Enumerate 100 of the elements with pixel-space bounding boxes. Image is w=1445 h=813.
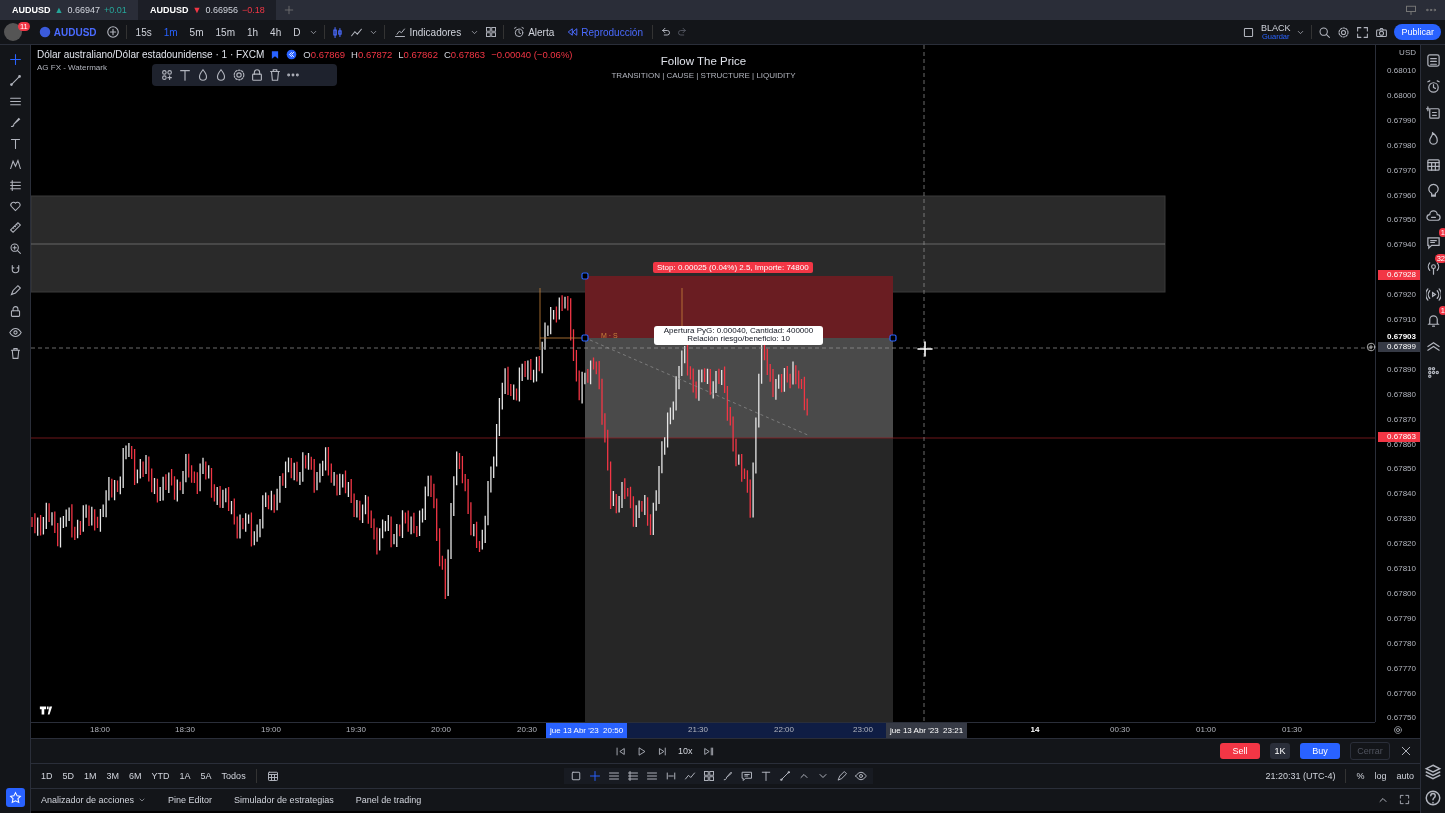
drawing-tool-icon[interactable]	[683, 770, 696, 782]
alert-button[interactable]: Alerta	[510, 22, 558, 42]
range-button[interactable]: 1A	[179, 771, 191, 781]
text-tool-icon[interactable]	[8, 137, 22, 150]
alarm-icon[interactable]	[1425, 78, 1441, 94]
search-icon[interactable]	[1318, 25, 1332, 39]
settings-icon[interactable]	[1392, 725, 1403, 735]
scale-option[interactable]: auto	[1396, 771, 1414, 781]
drawing-tool-icon[interactable]	[778, 770, 791, 782]
signal-icon[interactable]	[1425, 286, 1441, 302]
chat-icon[interactable]	[1425, 234, 1441, 250]
undo-icon[interactable]	[659, 26, 671, 38]
publish-button[interactable]: Publicar	[1394, 24, 1441, 40]
skip-forward-icon[interactable]	[702, 745, 714, 757]
drawing-tool-icon[interactable]	[759, 770, 772, 782]
drawing-tool-icon[interactable]	[835, 770, 848, 782]
drawing-tool-icon[interactable]	[740, 770, 753, 782]
jump-back-icon[interactable]	[615, 745, 626, 757]
layout-name[interactable]: BLACK	[1260, 23, 1291, 33]
drag-handle[interactable]	[581, 272, 589, 280]
interval-button[interactable]: D	[290, 22, 304, 42]
fib-tool-icon[interactable]	[8, 179, 22, 192]
bookmark-icon[interactable]	[270, 49, 281, 60]
buy-button[interactable]: Buy	[1300, 743, 1340, 759]
range-button[interactable]: YTD	[151, 771, 170, 781]
bulb-icon[interactable]	[1425, 182, 1441, 198]
trash-icon[interactable]	[268, 68, 282, 82]
interval-button[interactable]: 15m	[212, 22, 238, 42]
close-replay-icon[interactable]	[1400, 745, 1412, 757]
drawing-tool-icon[interactable]	[569, 770, 582, 782]
panel-tab[interactable]: Simulador de estrategias	[234, 795, 334, 805]
ruler-tool-icon[interactable]	[8, 221, 22, 234]
broadcast-icon[interactable]	[1425, 260, 1441, 276]
drawing-tool-icon[interactable]	[702, 770, 715, 782]
step-forward-icon[interactable]	[657, 745, 668, 757]
scale-option[interactable]: %	[1356, 771, 1365, 781]
interval-button[interactable]: 15s	[132, 22, 155, 42]
grid-icon[interactable]	[485, 26, 498, 38]
add-alert-icon[interactable]	[1366, 342, 1376, 353]
indicators-button[interactable]: Indicadores	[391, 22, 465, 42]
interval-button[interactable]: 1h	[243, 22, 262, 42]
pen-tool-icon[interactable]	[8, 284, 22, 297]
scale-option[interactable]: log	[1374, 771, 1387, 781]
brush-tool-icon[interactable]	[8, 116, 22, 129]
dots-icon[interactable]	[1425, 364, 1441, 380]
crosshair-tool-icon[interactable]	[8, 53, 22, 66]
fill-icon[interactable]	[196, 68, 210, 82]
range-button[interactable]: 1D	[41, 771, 53, 781]
settings-icon[interactable]	[232, 68, 246, 82]
help-icon[interactable]	[1424, 789, 1442, 807]
calendar-icon[interactable]	[1425, 156, 1441, 172]
lock-tool-icon[interactable]	[8, 305, 22, 318]
pattern-tool-icon[interactable]	[8, 158, 22, 171]
heart-tool-icon[interactable]	[8, 200, 22, 213]
drawing-tool-icon[interactable]	[626, 770, 639, 782]
fullscreen-icon[interactable]	[1399, 794, 1410, 805]
monitor-icon[interactable]	[1405, 4, 1417, 16]
square-icon[interactable]	[1241, 25, 1255, 39]
interval-button[interactable]: 4h	[267, 22, 285, 42]
range-button[interactable]: 3M	[106, 771, 120, 781]
lock-icon[interactable]	[250, 68, 264, 82]
candles-icon[interactable]	[331, 25, 345, 39]
color-icon[interactable]	[214, 68, 228, 82]
drag-handle[interactable]	[581, 334, 589, 342]
fullscreen-icon[interactable]	[1356, 25, 1370, 39]
browser-tab[interactable]: AUDUSD ▼ 0.66956 −0.18	[138, 0, 276, 20]
add-symbol-icon[interactable]	[105, 25, 120, 39]
camera-icon[interactable]	[1375, 25, 1389, 39]
range-button[interactable]: Todos	[221, 771, 246, 781]
range-button[interactable]: 5A	[200, 771, 212, 781]
range-button[interactable]: 5D	[62, 771, 75, 781]
play-icon[interactable]	[636, 745, 647, 757]
trash-tool-icon[interactable]	[8, 347, 22, 360]
favorites-button[interactable]	[5, 788, 25, 807]
panel-tab[interactable]: Panel de trading	[355, 795, 422, 805]
layers-icon[interactable]	[1424, 763, 1442, 781]
lines-tool-icon[interactable]	[8, 95, 22, 108]
sell-button[interactable]: Sell	[1220, 743, 1260, 759]
symbol-button[interactable]: AUDUSD	[35, 22, 100, 42]
speed-button[interactable]: 10x	[678, 746, 693, 756]
zoom-tool-icon[interactable]	[8, 242, 22, 255]
browser-tab[interactable]: AUDUSD ▲ 0.66947 +0.01	[0, 0, 138, 20]
range-button[interactable]: 1M	[84, 771, 97, 781]
panel-tab[interactable]: Pine Editor	[168, 795, 213, 805]
interval-button[interactable]: 5m	[186, 22, 207, 42]
trend-line-tool-icon[interactable]	[8, 74, 22, 87]
add-icon[interactable]	[160, 68, 174, 82]
settings-icon[interactable]	[1337, 25, 1351, 39]
drawing-tool-icon[interactable]	[721, 770, 734, 782]
avatar[interactable]	[4, 23, 22, 41]
notes-icon[interactable]	[1425, 104, 1441, 120]
cloud-icon[interactable]	[1425, 208, 1441, 224]
list-icon[interactable]	[1425, 52, 1441, 68]
drag-handle[interactable]	[889, 334, 897, 342]
interval-button[interactable]: 1m	[160, 22, 181, 42]
bell-icon[interactable]	[1425, 312, 1441, 328]
eye-tool-icon[interactable]	[8, 326, 22, 339]
text-icon[interactable]	[178, 68, 192, 82]
replay-button[interactable]: Reproducción	[563, 22, 646, 42]
currency-selector[interactable]: USD	[1399, 48, 1416, 58]
